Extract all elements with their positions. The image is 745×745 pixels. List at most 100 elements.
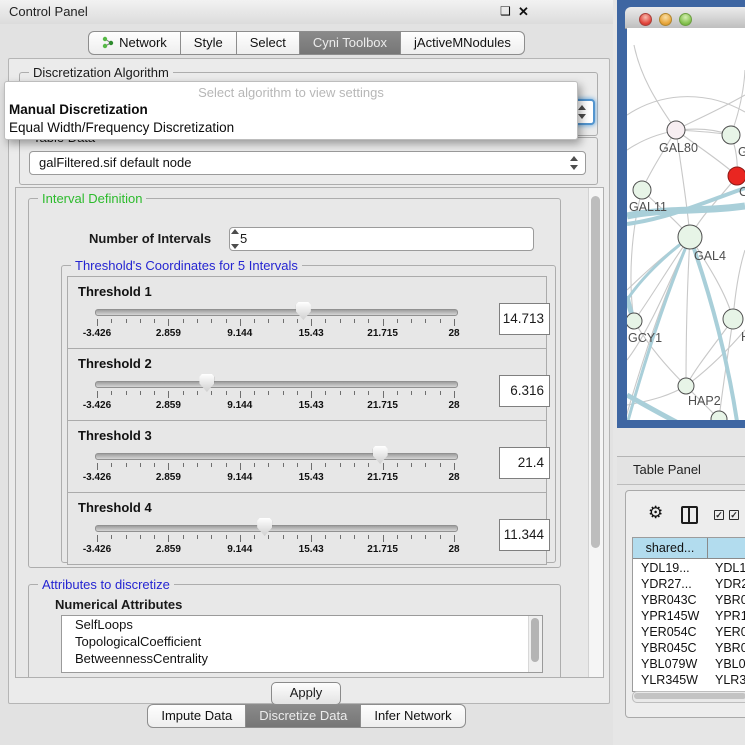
threshold-slider[interactable]: -3.4262.8599.14415.4321.71528 bbox=[68, 493, 546, 564]
network-node[interactable] bbox=[728, 167, 745, 185]
attribute-list-item[interactable]: BetweennessCentrality bbox=[62, 650, 542, 667]
network-node[interactable] bbox=[678, 225, 702, 249]
network-canvas[interactable]: GAL80GACGAL11GAL4GCY1HHAP2 bbox=[627, 28, 745, 420]
close-traffic-light-icon[interactable] bbox=[639, 13, 652, 26]
algorithm-option[interactable]: Manual Discretization bbox=[5, 101, 577, 119]
tab-cyni-toolbox[interactable]: Cyni Toolbox bbox=[300, 31, 401, 55]
table-row[interactable]: YDR27...YDR2 bbox=[633, 576, 745, 592]
slider-tick-label: 21.715 bbox=[367, 328, 398, 339]
zoom-traffic-light-icon[interactable] bbox=[679, 13, 692, 26]
tab-jactivemnodules[interactable]: jActiveMNodules bbox=[401, 31, 525, 55]
list-scrollbar-thumb[interactable] bbox=[531, 618, 539, 662]
slider-tick bbox=[97, 391, 98, 398]
table-column-header[interactable]: na bbox=[708, 538, 745, 559]
network-node[interactable] bbox=[723, 309, 743, 329]
threshold-slider[interactable]: -3.4262.8599.14415.4321.71528 bbox=[68, 277, 546, 348]
float-window-icon[interactable]: ❑ bbox=[500, 4, 511, 18]
table-data-select[interactable]: galFiltered.sif default node bbox=[29, 151, 586, 175]
slider-tick bbox=[383, 319, 384, 326]
split-column-icon[interactable] bbox=[681, 506, 698, 524]
network-node-label: HAP2 bbox=[688, 394, 721, 408]
slider-track[interactable] bbox=[95, 381, 458, 388]
slider-track[interactable] bbox=[95, 309, 458, 316]
slider-thumb[interactable] bbox=[199, 374, 214, 392]
slider-thumb[interactable] bbox=[373, 446, 388, 464]
checkbox-icon[interactable]: ✓ bbox=[714, 510, 724, 520]
slider-tick bbox=[440, 535, 441, 539]
node-attribute-table[interactable]: shared...na YDL19...YDL1YDR27...YDR2YBR0… bbox=[632, 537, 745, 692]
slider-track[interactable] bbox=[95, 525, 458, 532]
table-row[interactable]: YBR045CYBR0 bbox=[633, 640, 745, 656]
threshold-value-field[interactable]: 11.344 bbox=[499, 519, 550, 551]
network-node[interactable] bbox=[678, 378, 694, 394]
table-cell: YBR0 bbox=[715, 640, 745, 656]
threshold-value-field[interactable]: 6.316 bbox=[499, 375, 550, 407]
network-node[interactable] bbox=[667, 121, 685, 139]
control-panel-window: Control Panel ❑ ✕ NetworkStyleSelectCyni… bbox=[0, 0, 613, 745]
network-node[interactable] bbox=[711, 411, 727, 420]
cyni-toolbox-panel: Discretization Algorithm Table Data galF… bbox=[8, 58, 610, 704]
tab-infer-network[interactable]: Infer Network bbox=[361, 704, 465, 728]
table-column-header[interactable]: shared... bbox=[633, 538, 708, 559]
slider-tick bbox=[283, 319, 284, 323]
network-window-titlebar[interactable] bbox=[625, 7, 745, 29]
tab-network[interactable]: Network bbox=[88, 31, 181, 55]
algorithm-option[interactable]: Equal Width/Frequency Discretization bbox=[5, 119, 577, 137]
table-hscroll-thumb[interactable] bbox=[634, 693, 745, 699]
table-row[interactable]: YPR145WYPR1 bbox=[633, 608, 745, 624]
network-node[interactable] bbox=[627, 313, 642, 329]
attribute-list-item[interactable]: SelfLoops bbox=[62, 616, 542, 633]
slider-tick-label: 21.715 bbox=[367, 472, 398, 483]
table-row[interactable]: YER054CYER0 bbox=[633, 624, 745, 640]
checkbox-icon[interactable]: ✓ bbox=[729, 510, 739, 520]
number-of-intervals-spinner[interactable]: 5 bbox=[229, 227, 534, 251]
slider-tick bbox=[126, 535, 127, 539]
threshold-slider[interactable]: -3.4262.8599.14415.4321.71528 bbox=[68, 349, 546, 420]
slider-tick-label: 9.144 bbox=[227, 472, 252, 483]
close-icon[interactable]: ✕ bbox=[518, 4, 529, 20]
slider-tick bbox=[297, 463, 298, 467]
gear-icon[interactable]: ⚙ bbox=[648, 503, 663, 523]
discretization-algorithm-label: Discretization Algorithm bbox=[29, 65, 173, 80]
slider-tick bbox=[397, 463, 398, 467]
apply-button[interactable]: Apply bbox=[271, 682, 341, 705]
attribute-list-item[interactable]: TopologicalCoefficient bbox=[62, 633, 542, 650]
panel-scrollbar[interactable] bbox=[588, 188, 603, 677]
slider-tick bbox=[183, 535, 184, 539]
number-of-intervals-value: 5 bbox=[240, 231, 247, 246]
slider-tick bbox=[268, 391, 269, 395]
slider-thumb[interactable] bbox=[257, 518, 272, 536]
slider-tick bbox=[183, 391, 184, 395]
slider-track[interactable] bbox=[95, 453, 458, 460]
table-row[interactable]: YLR345WYLR3 bbox=[633, 672, 745, 688]
threshold-slider[interactable]: -3.4262.8599.14415.4321.71528 bbox=[68, 421, 546, 492]
slider-tick bbox=[183, 319, 184, 323]
slider-tick bbox=[240, 463, 241, 470]
network-node[interactable] bbox=[722, 126, 740, 144]
slider-tick bbox=[211, 463, 212, 467]
table-row[interactable]: YBR043CYBR0 bbox=[633, 592, 745, 608]
threshold-value-field[interactable]: 21.4 bbox=[499, 447, 550, 479]
panel-scrollbar-thumb[interactable] bbox=[591, 196, 600, 548]
network-node[interactable] bbox=[633, 181, 651, 199]
tab-label: Select bbox=[250, 35, 286, 50]
slider-tick bbox=[397, 391, 398, 395]
slider-tick bbox=[425, 319, 426, 323]
tab-style[interactable]: Style bbox=[181, 31, 237, 55]
list-scrollbar[interactable] bbox=[528, 616, 542, 672]
tab-impute-data[interactable]: Impute Data bbox=[147, 704, 246, 728]
slider-tick bbox=[111, 319, 112, 323]
slider-tick bbox=[183, 463, 184, 467]
table-horizontal-scrollbar[interactable] bbox=[632, 691, 745, 703]
slider-tick-label: 2.859 bbox=[156, 544, 181, 555]
table-row[interactable]: YBL079WYBL0 bbox=[633, 656, 745, 672]
slider-thumb[interactable] bbox=[296, 302, 311, 320]
table-row[interactable]: YDL19...YDL1 bbox=[633, 560, 745, 576]
network-node-label: GAL80 bbox=[659, 141, 698, 155]
threshold-value-field[interactable]: 14.713 bbox=[499, 303, 550, 335]
tab-discretize-data[interactable]: Discretize Data bbox=[246, 704, 361, 728]
minimize-traffic-light-icon[interactable] bbox=[659, 13, 672, 26]
tab-select[interactable]: Select bbox=[237, 31, 300, 55]
slider-tick bbox=[425, 535, 426, 539]
numerical-attributes-list[interactable]: SelfLoopsTopologicalCoefficientBetweenne… bbox=[61, 615, 543, 673]
